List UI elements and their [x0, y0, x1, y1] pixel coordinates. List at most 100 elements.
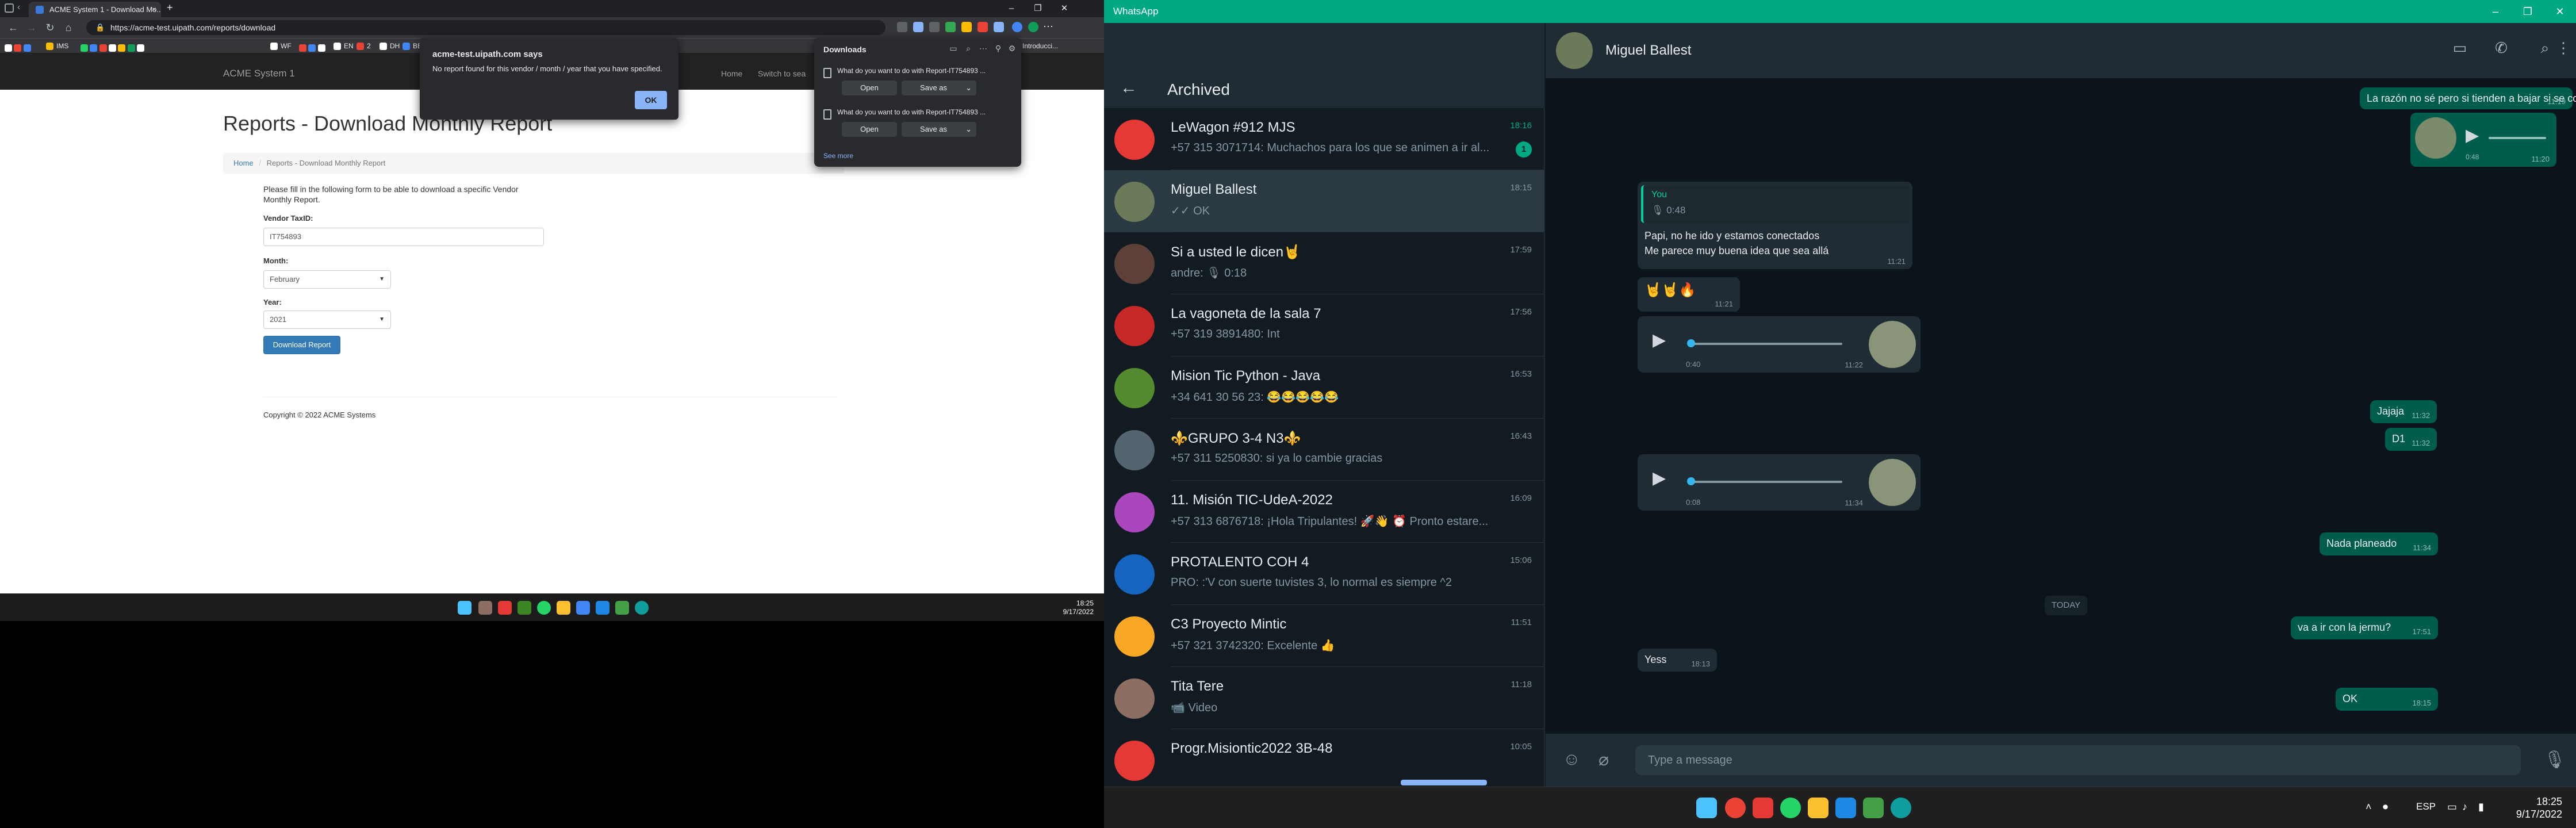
network-icon[interactable]: ▭	[2447, 801, 2457, 813]
play-icon[interactable]: ▶	[1653, 468, 1666, 488]
month-select[interactable]: February ▼	[263, 270, 391, 289]
bookmark-ims[interactable]: IMS	[46, 41, 68, 51]
video-call-icon[interactable]: ▭	[2450, 39, 2470, 60]
chat-item[interactable]: Si a usted le dicen🤘 17:59 andre: 🎙 0:18	[1104, 232, 1544, 294]
chat-item[interactable]: LeWagon #912 MJS 18:16 +57 315 3071714: Mu…	[1104, 108, 1544, 170]
waveform-handle[interactable]	[1687, 339, 1695, 347]
voice-message-incoming[interactable]: ▶ 0:40 11:22	[1638, 316, 1920, 373]
volume-icon[interactable]: ♪	[2462, 801, 2467, 813]
scroll-indicator[interactable]	[1401, 780, 1487, 785]
waveform[interactable]	[2489, 137, 2546, 139]
downloads-icon[interactable]	[994, 22, 1004, 32]
message-incoming[interactable]: Yess 18:13	[1638, 649, 1717, 672]
download-report-button[interactable]: Download Report	[263, 336, 340, 354]
close-window-icon[interactable]: ✕	[1051, 0, 1078, 17]
profile-icon[interactable]	[1028, 22, 1038, 32]
conversation-header[interactable]: Miguel Ballest ▭ ✆ ⌕ ⋮	[1546, 23, 2576, 78]
back-icon[interactable]: ←	[5, 19, 22, 36]
message-outgoing[interactable]: La razón no sé pero si tienden a bajar s…	[2360, 87, 2576, 109]
download-open-button-2[interactable]: Open	[842, 122, 897, 137]
close-tab-icon[interactable]: ×	[152, 2, 156, 17]
start-icon[interactable]	[458, 601, 471, 615]
menu-icon[interactable]: ⋯	[1043, 21, 1053, 33]
bookmark-2[interactable]: 2	[356, 41, 371, 51]
edge-icon[interactable]	[1891, 798, 1911, 818]
extension-icon[interactable]	[961, 22, 972, 32]
menu-icon[interactable]: ⋮	[2553, 39, 2574, 60]
chevron-up-icon[interactable]: ˄	[2366, 801, 2372, 813]
app-icon[interactable]	[615, 601, 629, 615]
attach-icon[interactable]: ⌀	[1598, 750, 1609, 770]
chrome-icon[interactable]	[1725, 798, 1746, 818]
app-icon[interactable]	[478, 601, 492, 615]
extension-icon[interactable]	[913, 22, 923, 32]
bookmark-dh[interactable]: DH	[379, 41, 400, 51]
whatsapp-icon[interactable]	[1780, 798, 1801, 818]
breadcrumb-home-link[interactable]: Home	[233, 159, 254, 167]
restore-icon[interactable]: ❐	[2512, 0, 2544, 23]
chat-item[interactable]: PROTALENTO COH 4 15:06 PRO: :'V con suerte…	[1104, 543, 1544, 605]
chat-item[interactable]: C3 Proyecto Mintic 11:51 +57 321 3742320: …	[1104, 605, 1544, 667]
message-incoming[interactable]: 🤘🤘🔥 11:21	[1638, 277, 1740, 312]
year-select[interactable]: 2021 ▼	[263, 310, 391, 329]
battery-icon[interactable]: ▮	[2478, 801, 2484, 813]
chat-item[interactable]: 11. Misión TIC-UdeA-2022 16:09 +57 313 687…	[1104, 481, 1544, 543]
left-clock[interactable]: 18:25 9/17/2022	[1063, 599, 1094, 616]
bookmark-bb[interactable]: BB	[402, 41, 422, 51]
extension-icon[interactable]	[929, 22, 940, 32]
bookmark-icon-row-2[interactable]	[299, 41, 325, 52]
folder-icon[interactable]	[1808, 798, 1828, 818]
restore-icon[interactable]: ❐	[1025, 0, 1051, 17]
see-more-link[interactable]: See more	[823, 152, 853, 160]
voice-message-incoming[interactable]: ▶ 0:08 11:34	[1638, 454, 1920, 511]
app-icon[interactable]	[596, 601, 610, 615]
download-saveas-button-2[interactable]: Save as ⌄	[902, 122, 976, 137]
quoted-message[interactable]: You 🎙 0:48	[1641, 185, 1909, 223]
chat-item[interactable]: Miguel Ballest 18:15 ✓✓ OK	[1104, 170, 1544, 232]
waveform[interactable]	[1693, 481, 1842, 483]
contact-name[interactable]: Miguel Ballest	[1605, 43, 1691, 59]
new-tab-button[interactable]: +	[167, 2, 173, 14]
waveform[interactable]	[1693, 343, 1842, 345]
acrobat-icon[interactable]	[498, 601, 512, 615]
message-incoming-reply[interactable]: You 🎙 0:48 Papi, no he ido y estamos con…	[1638, 182, 1912, 269]
waveform-handle[interactable]	[1687, 477, 1695, 485]
minimize-icon[interactable]: –	[998, 0, 1025, 17]
settings-icon[interactable]: ⚙	[1006, 44, 1018, 55]
whatsapp-icon[interactable]	[537, 601, 551, 615]
app-icon[interactable]	[518, 601, 531, 615]
vendor-taxid-input[interactable]: IT754893	[263, 228, 544, 246]
extension-icon[interactable]	[977, 22, 988, 32]
emoji-icon[interactable]: ☺	[1563, 750, 1581, 769]
voice-message-outgoing[interactable]: ▶ 0:48 11:20	[2410, 113, 2556, 167]
profile-avatar[interactable]	[1012, 22, 1022, 32]
nav-switch-link[interactable]: Switch to sea	[758, 69, 806, 78]
app-icon[interactable]	[576, 601, 590, 615]
tab-actions-icon[interactable]	[5, 3, 14, 13]
back-tab-icon[interactable]: ‹	[17, 2, 20, 13]
bookmark-en[interactable]: EN	[334, 41, 354, 51]
tab-acme[interactable]: ACME System 1 - Download Mo... ×	[29, 2, 161, 17]
app-icon[interactable]	[1835, 798, 1856, 818]
play-icon[interactable]: ▶	[1653, 330, 1666, 350]
refresh-icon[interactable]: ↻	[41, 19, 59, 36]
extension-icon[interactable]	[897, 22, 907, 32]
forward-icon[interactable]: →	[23, 19, 40, 36]
chat-item[interactable]: Progr.Misiontic2022 3B-48 10:05	[1104, 729, 1544, 787]
chat-item[interactable]: Mision Tic Python - Java 16:53 +34 641 30 …	[1104, 356, 1544, 419]
address-bar[interactable]: 🔒 https://acme-test.uipath.com/reports/d…	[86, 20, 885, 35]
chat-item[interactable]: ⚜️GRUPO 3-4 N3⚜️ 16:43 +57 311 5250830: si…	[1104, 419, 1544, 481]
start-icon[interactable]	[1696, 798, 1717, 818]
phone-icon[interactable]: ✆	[2491, 39, 2512, 60]
nav-home-link[interactable]: Home	[721, 69, 742, 78]
message-outgoing[interactable]: va a ir con la jermu? 17:51	[2291, 616, 2438, 639]
back-arrow-icon[interactable]: ←	[1120, 78, 1137, 98]
minimize-icon[interactable]: –	[2479, 0, 2512, 23]
alert-ok-button[interactable]: OK	[635, 91, 667, 109]
message-outgoing[interactable]: Jajaja 11:32	[2370, 400, 2437, 423]
bookmark-icon-row[interactable]	[80, 41, 145, 52]
download-open-button-1[interactable]: Open	[842, 80, 897, 95]
folder-icon[interactable]	[557, 601, 570, 615]
home-icon[interactable]: ⌂	[60, 19, 77, 36]
folder-icon[interactable]: ▭	[948, 44, 959, 55]
